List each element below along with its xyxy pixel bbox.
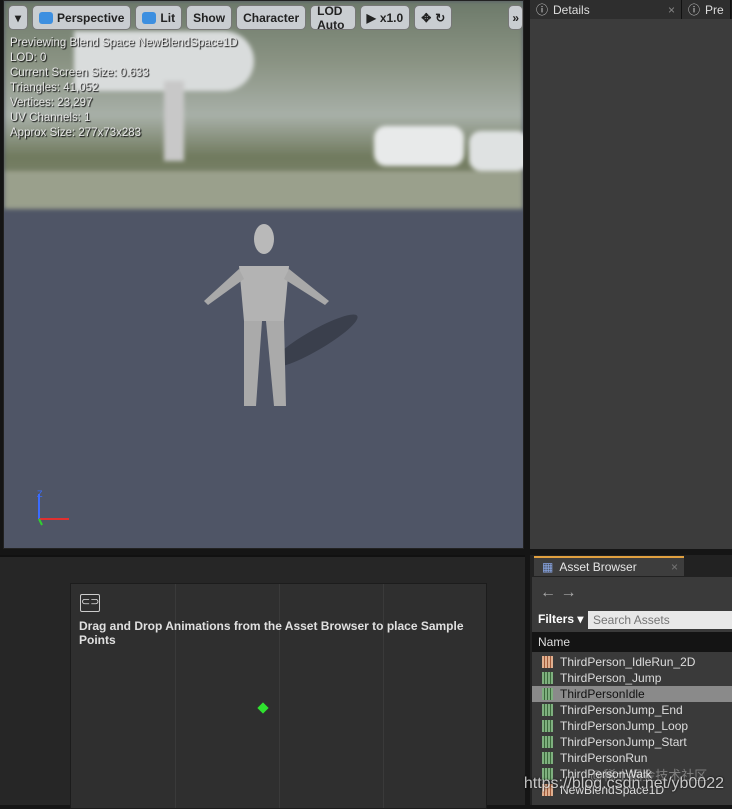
stat-line: Triangles: 41,052 xyxy=(10,82,99,94)
show-button[interactable]: Show xyxy=(186,5,233,30)
close-icon[interactable]: × xyxy=(668,3,675,17)
lit-button[interactable]: Lit xyxy=(135,5,183,30)
chevron-right-double-icon: » xyxy=(512,10,519,25)
stat-line: Previewing Blend Space NewBlendSpace1D xyxy=(10,37,238,49)
preview-point-marker[interactable] xyxy=(257,702,269,714)
asset-name: ThirdPerson_Jump xyxy=(560,671,662,685)
list-item[interactable]: ThirdPersonJump_Loop xyxy=(532,718,732,734)
preview-viewport[interactable]: ▾ Perspective Lit Show Character LOD Aut… xyxy=(3,0,524,549)
asset-name: ThirdPersonJump_End xyxy=(560,703,683,717)
tab-asset-browser-label: Asset Browser xyxy=(559,560,637,574)
list-item[interactable]: ThirdPersonJump_End xyxy=(532,702,732,718)
chevron-down-icon: ▾ xyxy=(15,10,22,25)
tab-preview-label: Pre xyxy=(705,2,724,17)
cube-icon xyxy=(142,11,157,24)
lod-button[interactable]: LOD Auto xyxy=(310,3,356,32)
info-icon: ⓘ xyxy=(536,3,549,17)
overflow-button[interactable]: » xyxy=(508,5,523,30)
blend-space-icon xyxy=(542,656,553,668)
list-item[interactable]: ThirdPersonIdle xyxy=(532,686,732,702)
speed-label: x1.0 xyxy=(379,10,404,25)
character-button[interactable]: Character xyxy=(236,5,307,30)
mannequin-figure xyxy=(204,224,358,406)
playback-speed-button[interactable]: ▶ x1.0 xyxy=(359,5,411,30)
asset-name: ThirdPersonJump_Start xyxy=(560,735,687,749)
animation-icon xyxy=(542,688,553,700)
list-item[interactable]: ThirdPerson_IdleRun_2D xyxy=(532,654,732,670)
tab-details-label: Details xyxy=(553,2,590,17)
animation-icon xyxy=(542,752,553,764)
info-icon: ⓘ xyxy=(688,3,701,17)
grid-icon: ▦ xyxy=(542,560,554,574)
stat-line: Vertices: 23,297 xyxy=(10,97,93,109)
stat-line: UV Channels: 1 xyxy=(10,112,91,124)
lod-label: LOD Auto xyxy=(317,3,345,32)
tag-icon: ⊂⊃ xyxy=(80,594,100,612)
watermark-url: https://blog.csdn.net/yb0022 xyxy=(523,775,724,792)
list-item[interactable]: ThirdPersonJump_Start xyxy=(532,734,732,750)
asset-name: ThirdPersonJump_Loop xyxy=(560,719,689,733)
tab-preview[interactable]: ⓘ Pre xyxy=(682,0,731,19)
list-item[interactable]: ThirdPersonRun xyxy=(532,750,732,766)
tab-details[interactable]: ⓘ Details × xyxy=(530,0,682,19)
list-item[interactable]: ThirdPerson_Jump xyxy=(532,670,732,686)
tab-asset-browser[interactable]: ▦ Asset Browser × xyxy=(534,556,684,576)
blend-space-grid[interactable]: ⊂⊃ Drag and Drop Animations from the Ass… xyxy=(70,583,487,809)
svg-text:Z: Z xyxy=(37,489,43,499)
axis-gizmo: Z xyxy=(34,489,79,532)
filters-button[interactable]: Filters ▾ xyxy=(538,612,583,626)
stat-line: LOD: 0 xyxy=(10,52,47,64)
lit-label: Lit xyxy=(160,10,176,25)
camera-icon xyxy=(39,11,54,24)
search-assets-input[interactable] xyxy=(588,611,732,629)
viewport-toolbar: ▾ Perspective Lit Show Character LOD Aut… xyxy=(8,3,523,32)
animation-icon xyxy=(542,736,553,748)
animation-icon xyxy=(542,720,553,732)
forward-arrow-icon[interactable]: → xyxy=(560,584,576,601)
character-label: Character xyxy=(243,10,300,25)
viewport-stats: Previewing Blend Space NewBlendSpace1D L… xyxy=(10,36,238,141)
close-icon[interactable]: × xyxy=(671,560,678,574)
show-label: Show xyxy=(193,10,226,25)
perspective-button[interactable]: Perspective xyxy=(32,5,132,30)
blend-space-editor: ⊂⊃ Drag and Drop Animations from the Ass… xyxy=(0,555,525,809)
drop-hint: Drag and Drop Animations from the Asset … xyxy=(79,619,464,647)
animation-icon xyxy=(542,672,553,684)
play-icon: ▶ xyxy=(366,10,376,25)
column-header-name[interactable]: Name xyxy=(532,632,732,652)
back-arrow-icon[interactable]: ← xyxy=(540,584,556,601)
stat-line: Approx Size: 277x73x283 xyxy=(10,127,142,139)
filters-label: Filters xyxy=(538,612,575,626)
asset-name: ThirdPersonRun xyxy=(560,751,648,765)
move-icon[interactable]: ✥ xyxy=(421,11,431,25)
details-panel: ⓘ Details × ⓘ Pre xyxy=(530,0,732,549)
rotate-icon[interactable]: ↻ xyxy=(435,11,445,25)
animation-icon xyxy=(542,704,553,716)
perspective-label: Perspective xyxy=(57,10,125,25)
stat-line: Current Screen Size: 0.633 xyxy=(10,67,149,79)
asset-name: ThirdPersonIdle xyxy=(560,687,645,701)
viewport-options-button[interactable]: ▾ xyxy=(8,5,29,30)
transform-tools[interactable]: ✥ ↻ xyxy=(414,5,453,30)
asset-name: ThirdPerson_IdleRun_2D xyxy=(560,655,696,669)
